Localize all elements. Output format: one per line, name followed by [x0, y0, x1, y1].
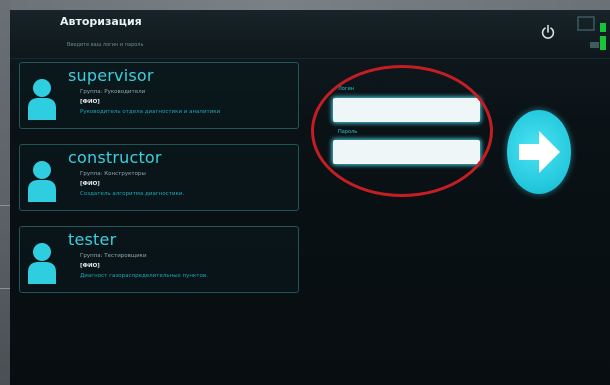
- user-group: Группа: Руководители: [80, 89, 146, 95]
- user-card-constructor[interactable]: constructor Группа: Конструкторы [ФИО] С…: [19, 144, 299, 211]
- user-card-supervisor[interactable]: supervisor Группа: Руководители [ФИО] Ру…: [19, 62, 299, 129]
- page-title: Авторизация: [60, 15, 142, 28]
- user-fio: [ФИО]: [80, 181, 100, 187]
- user-avatar-icon: [28, 243, 56, 284]
- user-description: Создатель алгоритма диагностики.: [80, 191, 185, 197]
- user-group: Группа: Конструкторы: [80, 171, 146, 177]
- password-label: Пароль: [338, 129, 358, 135]
- user-name: constructor: [68, 148, 162, 167]
- user-description: Диагност газораспределительных пунктов.: [80, 273, 208, 279]
- background-left: [0, 0, 10, 385]
- login-label: Логин: [338, 86, 354, 92]
- user-name: tester: [68, 230, 117, 249]
- user-fio: [ФИО]: [80, 263, 100, 269]
- login-input[interactable]: [333, 98, 480, 122]
- user-avatar-icon: [28, 161, 56, 202]
- user-avatar-icon: [28, 79, 56, 120]
- page-subtitle: Введите ваш логин и пароль: [67, 42, 144, 48]
- network-status-icon: [577, 16, 606, 50]
- power-icon[interactable]: [540, 24, 556, 40]
- user-fio: [ФИО]: [80, 99, 100, 105]
- user-description: Руководитель отдела диагностики и аналит…: [80, 109, 221, 115]
- user-card-tester[interactable]: tester Группа: Тестировщики [ФИО] Диагно…: [19, 226, 299, 293]
- background-line: [0, 288, 10, 289]
- arrow-right-icon: [519, 131, 560, 173]
- user-name: supervisor: [68, 66, 154, 85]
- background-line: [0, 205, 10, 206]
- header-bar: Авторизация Введите ваш логин и пароль: [10, 10, 610, 59]
- password-input[interactable]: [333, 140, 480, 164]
- background-top: [0, 0, 610, 10]
- authorization-screen: Авторизация Введите ваш логин и пароль s…: [10, 10, 610, 385]
- login-submit-button[interactable]: [507, 110, 571, 194]
- user-group: Группа: Тестировщики: [80, 253, 147, 259]
